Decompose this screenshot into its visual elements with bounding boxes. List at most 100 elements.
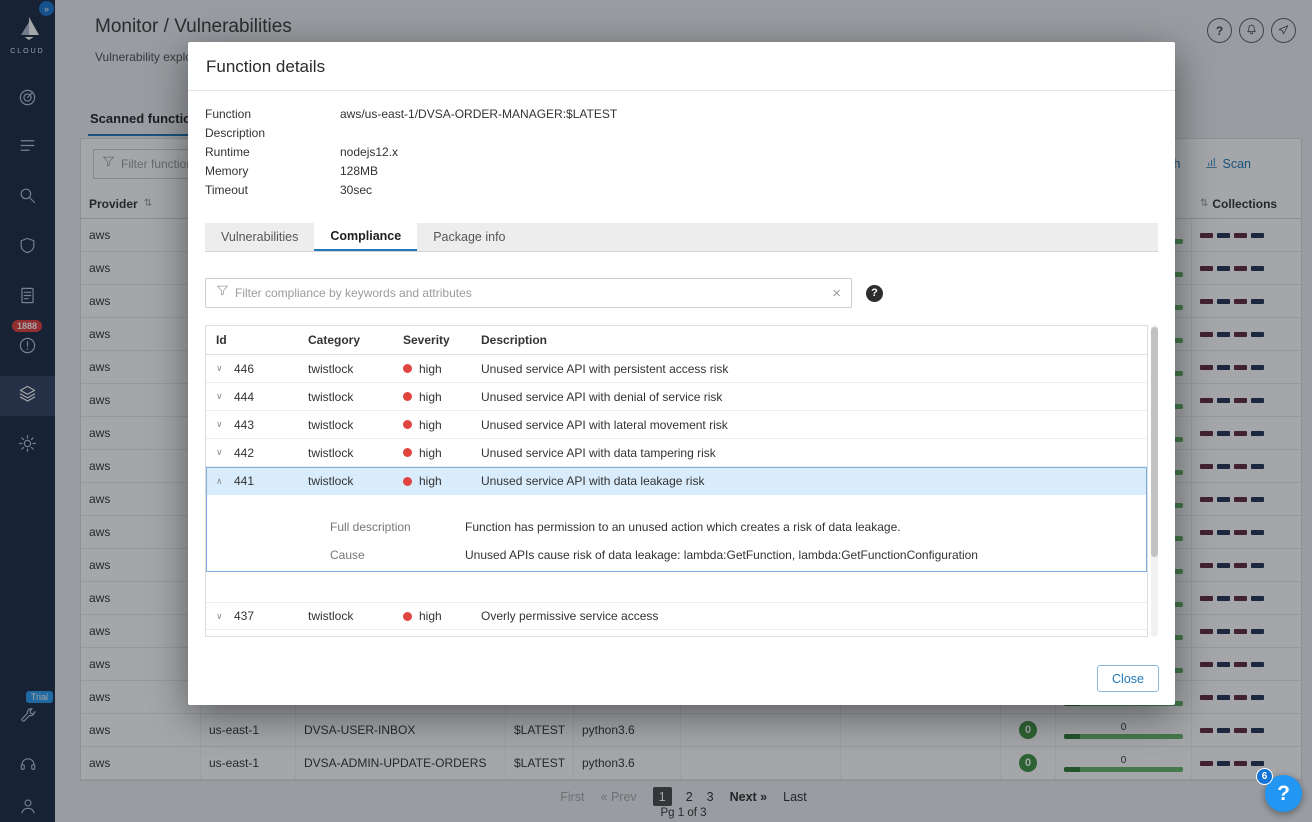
- compliance-row-group: ∨ 444 twistlock high Unused service API …: [206, 383, 1147, 411]
- help-fab-badge: 6: [1256, 768, 1273, 785]
- full-description-value: Function has permission to an unused act…: [465, 520, 901, 534]
- compliance-row[interactable]: ∨ 444 twistlock high Unused service API …: [206, 383, 1147, 411]
- compliance-row[interactable]: ∨ 442 twistlock high Unused service API …: [206, 439, 1147, 467]
- cell-severity: high: [391, 474, 469, 488]
- scrollbar-track[interactable]: [1151, 325, 1158, 637]
- cause-label: Cause: [330, 548, 365, 562]
- compliance-category: twistlock: [308, 445, 354, 460]
- severity-label: high: [419, 389, 442, 404]
- screen: » CLOUD 1888 Trial Monitor / Vulnerabili…: [0, 0, 1312, 822]
- compliance-filter: ×: [205, 278, 852, 308]
- detail-label: Description: [205, 126, 266, 140]
- compliance-description: Unused service API with lateral movement…: [481, 417, 728, 432]
- severity-dot: [403, 420, 412, 429]
- compliance-id: 442: [234, 445, 255, 460]
- function-details-list: Function aws/us-east-1/DVSA-ORDER-MANAGE…: [188, 91, 1175, 200]
- compliance-row-group: ∨ 437 twistlock high Overly permissive s…: [206, 602, 1147, 630]
- compliance-filter-row: × ?: [205, 278, 1158, 308]
- cell-severity: high: [391, 609, 469, 623]
- compliance-description: Unused service API with persistent acces…: [481, 361, 729, 376]
- severity-label: high: [419, 609, 442, 623]
- compliance-table: Id Category Severity Description ∨ 446 t…: [205, 325, 1148, 637]
- compliance-header-id[interactable]: Id: [206, 333, 296, 347]
- full-description-label: Full description: [330, 520, 411, 534]
- question-icon: ?: [1277, 781, 1290, 805]
- compliance-header-severity[interactable]: Severity: [391, 333, 469, 347]
- detail-row: Runtime nodejs12.x: [205, 143, 1157, 162]
- compliance-id: 443: [234, 417, 255, 432]
- cell-severity: high: [391, 362, 469, 376]
- cell-id: ∨ 444: [206, 390, 296, 404]
- compliance-row-group: ∨ 446 twistlock high Unused service API …: [206, 355, 1147, 383]
- compliance-header-description[interactable]: Description: [469, 333, 1147, 347]
- close-button[interactable]: Close: [1097, 665, 1159, 692]
- chevron-icon[interactable]: ∨: [216, 611, 226, 622]
- detail-value: 128MB: [340, 164, 379, 178]
- detail-value: 30sec: [340, 183, 373, 197]
- detail-label: Timeout: [205, 183, 248, 197]
- cell-severity: high: [391, 390, 469, 404]
- filter-help-icon[interactable]: ?: [866, 284, 883, 302]
- chevron-icon[interactable]: ∧: [216, 476, 226, 487]
- compliance-filter-input[interactable]: [235, 286, 827, 300]
- severity-label: high: [419, 445, 442, 460]
- compliance-row[interactable]: ∨ 437 twistlock high Overly permissive s…: [206, 602, 1147, 630]
- detail-row: Memory 128MB: [205, 162, 1157, 181]
- severity-label: high: [419, 361, 442, 376]
- cell-severity: high: [391, 418, 469, 432]
- detail-label: Function: [205, 107, 252, 121]
- compliance-row[interactable]: ∨ 446 twistlock high Unused service API …: [206, 355, 1147, 383]
- severity-label: high: [419, 474, 442, 488]
- compliance-category: twistlock: [308, 361, 354, 376]
- funnel-icon: [216, 284, 229, 302]
- compliance-table-header: Id Category Severity Description: [206, 326, 1147, 355]
- compliance-header-category[interactable]: Category: [296, 333, 391, 347]
- severity-dot: [403, 448, 412, 457]
- cell-id: ∨ 446: [206, 362, 296, 376]
- compliance-id: 446: [234, 361, 255, 376]
- compliance-table-body: ∨ 446 twistlock high Unused service API …: [206, 355, 1147, 630]
- modal-tabs: Vulnerabilities Compliance Package info: [205, 223, 1158, 252]
- modal-tab-compliance[interactable]: Compliance: [314, 223, 418, 251]
- cell-severity: high: [391, 446, 469, 460]
- compliance-description: Unused service API with data tampering r…: [481, 445, 716, 460]
- chevron-icon[interactable]: ∨: [216, 363, 226, 374]
- compliance-category: twistlock: [308, 609, 354, 623]
- severity-dot: [403, 476, 412, 486]
- modal-tab-vulnerabilities[interactable]: Vulnerabilities: [205, 223, 314, 251]
- compliance-description: Unused service API with data leakage ris…: [481, 474, 705, 488]
- compliance-id: 444: [234, 389, 255, 404]
- compliance-row-group: ∧ 441 twistlock high Unused service API …: [206, 467, 1147, 572]
- compliance-description: Unused service API with denial of servic…: [481, 389, 723, 404]
- compliance-row-group: ∨ 442 twistlock high Unused service API …: [206, 439, 1147, 467]
- detail-value: nodejs12.x: [340, 145, 399, 159]
- detail-label: Memory: [205, 164, 249, 178]
- scrollbar-thumb[interactable]: [1151, 327, 1158, 557]
- chevron-icon[interactable]: ∨: [216, 419, 226, 430]
- compliance-id: 441: [234, 474, 255, 488]
- detail-value: aws/us-east-1/DVSA-ORDER-MANAGER:$LATEST: [340, 107, 618, 121]
- compliance-category: twistlock: [308, 474, 354, 488]
- help-fab[interactable]: 6 ?: [1256, 768, 1302, 812]
- compliance-category: twistlock: [308, 389, 354, 404]
- full-description-line: Full description Function has permission…: [206, 517, 1147, 537]
- function-details-modal: Function details Function aws/us-east-1/…: [188, 42, 1175, 705]
- compliance-row[interactable]: ∧ 441 twistlock high Unused service API …: [206, 467, 1147, 495]
- severity-label: high: [419, 417, 442, 432]
- compliance-row-details: Full description Function has permission…: [206, 495, 1147, 572]
- compliance-row-group: ∨ 443 twistlock high Unused service API …: [206, 411, 1147, 439]
- compliance-id: 437: [234, 609, 255, 623]
- severity-dot: [403, 364, 412, 373]
- severity-dot: [403, 392, 412, 401]
- severity-dot: [403, 611, 412, 621]
- chevron-icon[interactable]: ∨: [216, 391, 226, 402]
- chevron-icon[interactable]: ∨: [216, 447, 226, 458]
- clear-filter-icon[interactable]: ×: [832, 286, 841, 301]
- cause-value: Unused APIs cause risk of data leakage: …: [465, 548, 978, 562]
- compliance-row[interactable]: ∨ 443 twistlock high Unused service API …: [206, 411, 1147, 439]
- compliance-description: Overly permissive service access: [481, 609, 659, 623]
- cell-id: ∨ 443: [206, 418, 296, 432]
- detail-label: Runtime: [205, 145, 250, 159]
- modal-tab-package-info[interactable]: Package info: [417, 223, 521, 251]
- modal-title: Function details: [188, 42, 1175, 91]
